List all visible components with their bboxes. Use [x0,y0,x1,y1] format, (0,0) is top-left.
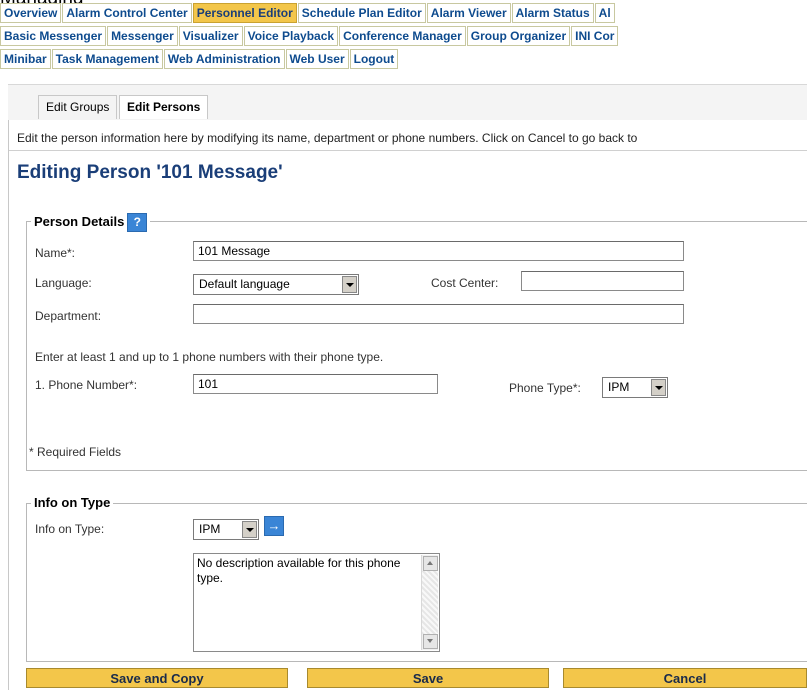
required-note: * Required Fields [29,445,122,459]
person-details-legend: Person Details? [31,213,151,232]
info-type-select[interactable]: IPM [193,519,259,540]
nav-overview[interactable]: Overview [0,3,62,23]
description-text: No description available for this phone … [197,556,401,585]
nav-row-2: Basic Messenger Messenger Visualizer Voice … [0,26,807,46]
save-and-copy-button[interactable]: Save and Copy [26,668,288,688]
cost-center-label: Cost Center: [431,276,499,290]
cost-center-input[interactable] [521,271,684,291]
info-type-value: IPM [199,522,221,536]
save-button[interactable]: Save [307,668,549,688]
help-icon[interactable]: ? [127,213,148,232]
nav-minibar[interactable]: Minibar [0,49,51,69]
cancel-button[interactable]: Cancel [563,668,807,688]
tab-edit-persons[interactable]: Edit Persons [119,95,209,119]
phone-number-label: 1. Phone Number*: [35,378,138,392]
phone-instruction: Enter at least 1 and up to 1 phone numbe… [35,350,384,364]
name-input[interactable]: 101 Message [193,241,684,261]
department-input[interactable] [193,304,684,324]
nav-alarm-status[interactable]: Alarm Status [511,3,594,23]
nav-web-administration[interactable]: Web Administration [163,49,285,69]
chevron-down-icon[interactable] [242,521,257,538]
intro-text: Edit the person information here by modi… [17,131,638,145]
scroll-track[interactable] [422,571,438,634]
info-on-type-label: Info on Type: [35,522,105,536]
nav-logout[interactable]: Logout [349,49,399,69]
tab-strip: Edit Groups Edit Persons [8,84,807,121]
nav-ini-truncated[interactable]: INI Cor [571,26,619,46]
language-label: Language: [35,276,92,290]
nav-conference-manager[interactable]: Conference Manager [339,26,466,46]
language-value: Default language [199,277,290,291]
chevron-down-icon[interactable] [651,379,666,396]
intro-divider [9,150,807,151]
nav-voice-playback[interactable]: Voice Playback [243,26,339,46]
chevron-down-icon[interactable] [342,276,357,293]
nav-row-3: Minibar Task Management Web Administration… [0,49,807,69]
description-scrollbar[interactable] [421,555,438,650]
nav-basic-messenger[interactable]: Basic Messenger [0,26,107,46]
nav-row-1: Overview Alarm Control Center Personnel Ed… [0,3,807,23]
nav-personnel-editor[interactable]: Personnel Editor [192,3,297,23]
language-select[interactable]: Default language [193,274,359,295]
nav-al-truncated[interactable]: Al [594,3,615,23]
description-textarea[interactable]: No description available for this phone … [193,553,440,652]
nav-task-management[interactable]: Task Management [51,49,163,69]
scroll-up-icon[interactable] [423,556,438,571]
phone-type-label: Phone Type*: [509,381,581,395]
phone-type-value: IPM [608,380,630,394]
department-label: Department: [35,309,102,323]
info-on-type-legend: Info on Type [31,495,114,510]
nav-visualizer[interactable]: Visualizer [178,26,243,46]
scroll-down-icon[interactable] [423,634,438,649]
nav-alarm-viewer[interactable]: Alarm Viewer [426,3,511,23]
nav-messenger[interactable]: Messenger [107,26,178,46]
nav-alarm-control-center[interactable]: Alarm Control Center [62,3,192,23]
page-heading: Editing Person '101 Message' [17,162,283,183]
nav-schedule-plan-editor[interactable]: Schedule Plan Editor [297,3,426,23]
tab-edit-groups[interactable]: Edit Groups [38,95,118,119]
arrow-right-icon[interactable]: → [264,516,284,536]
person-details-title: Person Details [34,213,125,229]
name-label: Name*: [35,246,76,260]
phone-type-select[interactable]: IPM [602,377,668,398]
nav-web-user[interactable]: Web User [285,49,349,69]
phone-number-input[interactable]: 101 [193,374,438,394]
nav-group-organizer[interactable]: Group Organizer [466,26,571,46]
